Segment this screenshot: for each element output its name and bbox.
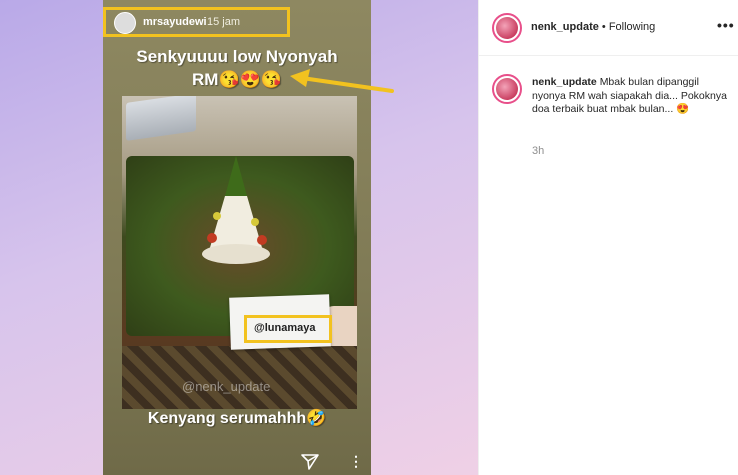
comment-username[interactable]: nenk_update <box>532 76 597 88</box>
avatar-image <box>496 17 518 39</box>
story-watermark: @nenk_update <box>182 379 271 394</box>
laptop-image <box>126 96 196 141</box>
comment-avatar[interactable] <box>492 74 522 104</box>
follow-status[interactable]: • Following <box>602 21 655 33</box>
avatar-image <box>496 78 518 100</box>
story-photo: @lunamaya @nenk_update <box>122 96 357 409</box>
tumpeng-rice-cone <box>202 156 270 264</box>
story-caption-bottom: Kenyang serumahhh🤣 <box>147 410 327 427</box>
send-icon[interactable] <box>300 451 320 471</box>
comment-timestamp: 3h <box>532 145 545 157</box>
story-caption-line1: Senkyuuuu low Nyonyah <box>136 47 338 66</box>
more-horizontal-icon[interactable]: ••• <box>717 17 735 33</box>
post-detail-panel: nenk_update • Following ••• nenk_update … <box>478 0 738 475</box>
post-author-avatar[interactable] <box>492 13 522 43</box>
post-header: nenk_update • Following ••• <box>479 0 738 56</box>
highlight-box-mention <box>244 315 332 343</box>
post-author: nenk_update • Following <box>531 21 655 33</box>
batik-fabric <box>122 346 357 409</box>
more-vertical-icon[interactable]: ⋮ <box>349 453 363 470</box>
highlight-box-header <box>103 7 290 37</box>
post-caption: nenk_update Mbak bulan dipanggil nyonya … <box>532 76 727 117</box>
post-author-username[interactable]: nenk_update <box>531 21 599 33</box>
arrow-annotation-icon <box>290 69 394 93</box>
